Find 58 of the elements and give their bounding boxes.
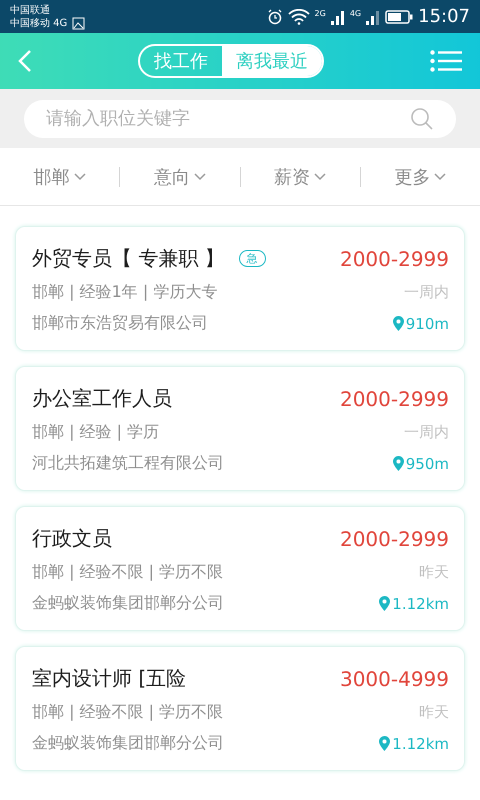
- search-field[interactable]: 请输入职位关键字: [24, 100, 456, 138]
- job-card[interactable]: 室内设计师 [五险 3000-4999 邯郸 | 经验不限 | 学历不限 昨天 金蚂蚁装饰集团邯郸分公司 1.12km: [15, 646, 465, 771]
- urgent-badge: 急: [238, 250, 266, 267]
- salary-range: 2000-2999: [340, 386, 449, 410]
- job-details: 邯郸 | 经验1年 | 学历大专: [32, 282, 218, 303]
- distance: 1.12km: [392, 594, 449, 612]
- signal-icon: [366, 8, 380, 24]
- carrier-name: 中国移动 4G: [10, 16, 68, 30]
- chevron-down-icon: [74, 172, 86, 180]
- chevron-down-icon: [194, 172, 206, 180]
- salary-range: 2000-2999: [340, 246, 449, 270]
- image-icon: [72, 16, 86, 30]
- job-card[interactable]: 行政文员 2000-2999 邯郸 | 经验不限 | 学历不限 昨天 金蚂蚁装饰集团邯郸分公司 1.12km: [15, 506, 465, 631]
- posted-time: 一周内: [404, 423, 449, 442]
- job-title: 行政文员: [32, 525, 112, 552]
- location-pin-icon: [392, 456, 404, 471]
- distance: 1.12km: [392, 734, 449, 752]
- job-details: 邯郸 | 经验 | 学历: [32, 422, 160, 443]
- location-pin-icon: [379, 596, 390, 611]
- chevron-down-icon: [434, 172, 446, 180]
- company-name: 金蚂蚁装饰集团邯郸分公司: [32, 593, 224, 614]
- filter-dropdown[interactable]: 邯郸: [0, 164, 120, 190]
- posted-time: 一周内: [404, 283, 449, 302]
- location-pin-icon: [379, 736, 390, 751]
- job-details: 邯郸 | 经验不限 | 学历不限: [32, 562, 224, 583]
- tab[interactable]: 找工作: [140, 46, 222, 76]
- alarm-icon: [266, 8, 283, 24]
- network-type: 4G: [350, 9, 362, 18]
- distance: 910m: [406, 314, 449, 332]
- salary-range: 3000-4999: [340, 666, 449, 690]
- job-title: 室内设计师 [五险: [32, 665, 186, 692]
- salary-range: 2000-2999: [340, 526, 449, 550]
- filter-dropdown[interactable]: 意向: [120, 164, 240, 190]
- tab[interactable]: 离我最近: [222, 46, 322, 76]
- carrier-name: 中国联通: [10, 4, 51, 16]
- job-card[interactable]: 外贸专员【 专兼职 】 急 2000-2999 邯郸 | 经验1年 | 学历大专 一周内 邯郸市东浩贸易有限公司 910m: [15, 226, 465, 351]
- distance: 950m: [406, 454, 449, 472]
- job-card[interactable]: 办公室工作人员 2000-2999 邯郸 | 经验 | 学历 一周内 河北共拓建筑工程有限公司 950m: [15, 366, 465, 491]
- filter-dropdown[interactable]: 更多: [360, 164, 480, 190]
- job-title: 办公室工作人员: [32, 385, 172, 412]
- battery-icon: [385, 10, 414, 24]
- location-pin-icon: [392, 316, 404, 331]
- posted-time: 昨天: [419, 703, 449, 722]
- signal-icon: [330, 8, 345, 24]
- search-icon[interactable]: [410, 106, 434, 130]
- company-name: 河北共拓建筑工程有限公司: [32, 453, 224, 474]
- job-title: 外贸专员【 专兼职 】: [32, 245, 225, 272]
- job-details: 邯郸 | 经验不限 | 学历不限: [32, 702, 224, 723]
- menu-icon[interactable]: [430, 50, 462, 72]
- company-name: 邯郸市东浩贸易有限公司: [32, 313, 208, 334]
- back-icon[interactable]: [18, 49, 32, 73]
- wifi-icon: [288, 8, 310, 24]
- clock-time: 15:07: [418, 6, 470, 27]
- company-name: 金蚂蚁装饰集团邯郸分公司: [32, 733, 224, 754]
- posted-time: 昨天: [419, 563, 449, 582]
- filter-dropdown[interactable]: 薪资: [240, 164, 360, 190]
- chevron-down-icon: [314, 172, 326, 180]
- network-type: 2G: [314, 9, 326, 18]
